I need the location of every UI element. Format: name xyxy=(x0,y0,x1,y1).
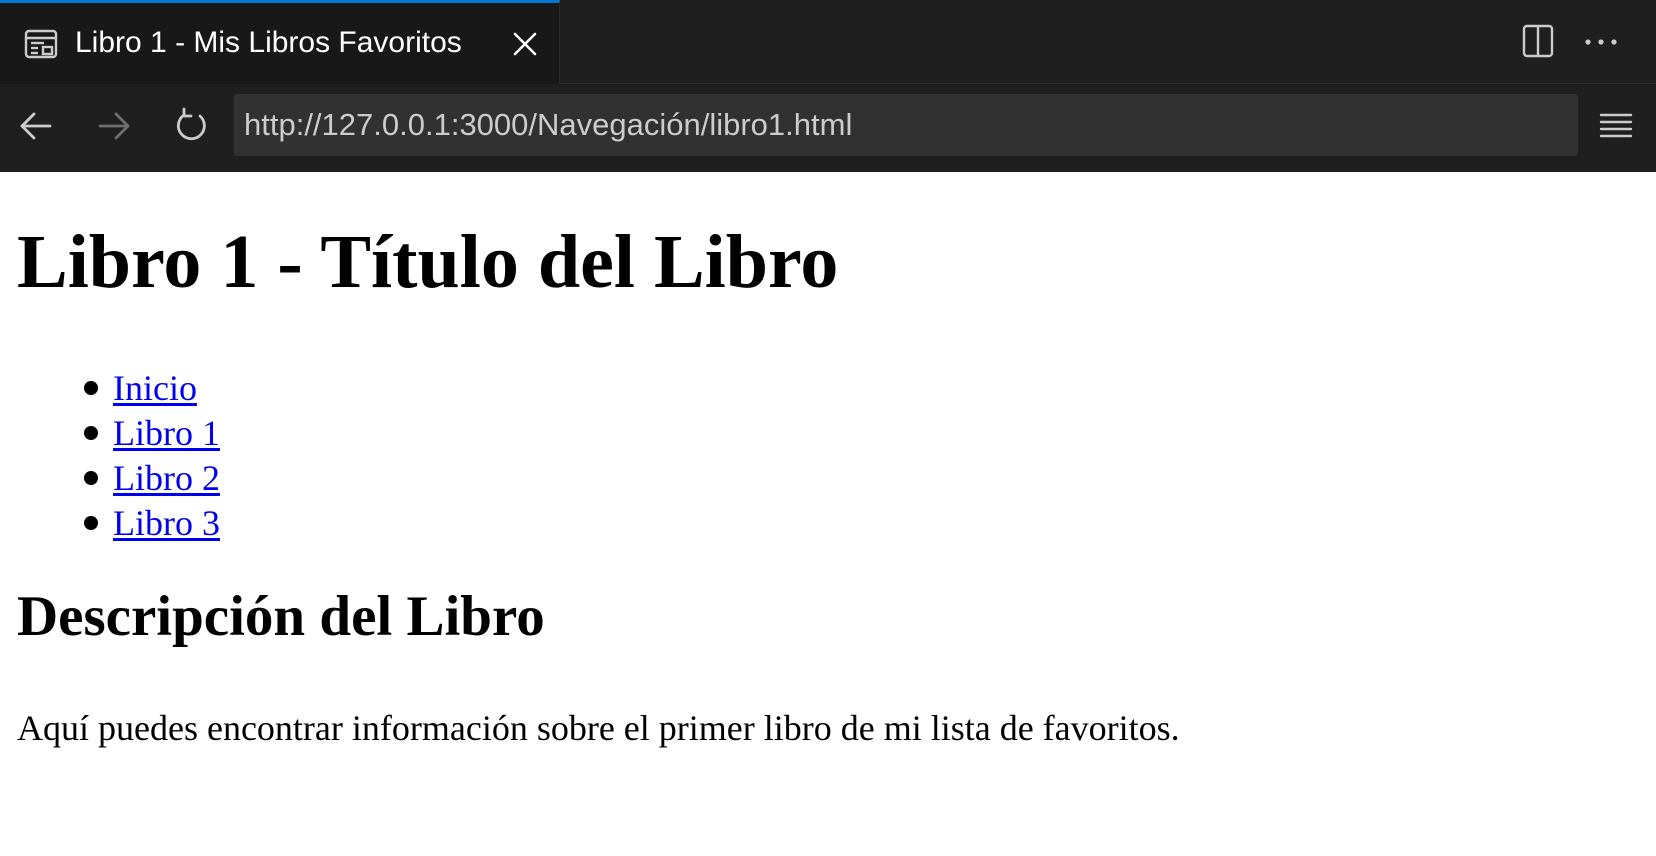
url-input[interactable]: http://127.0.0.1:3000/Navegación/libro1.… xyxy=(234,94,1578,156)
nav-link-libro-1[interactable]: Libro 1 xyxy=(113,413,220,453)
page-content: Libro 1 - Título del Libro Inicio Libro … xyxy=(0,172,1656,856)
tab-libro1[interactable]: Libro 1 - Mis Libros Favoritos xyxy=(0,0,560,84)
description-paragraph: Aquí puedes encontrar información sobre … xyxy=(17,708,1180,748)
close-icon[interactable] xyxy=(510,29,540,59)
tab-title: Libro 1 - Mis Libros Favoritos xyxy=(75,26,462,59)
reload-icon[interactable] xyxy=(172,106,212,146)
more-actions-icon[interactable] xyxy=(1584,24,1618,58)
nav-link-libro-2[interactable]: Libro 2 xyxy=(113,458,220,498)
split-editor-icon[interactable] xyxy=(1522,24,1554,58)
section-heading: Descripción del Libro xyxy=(17,585,545,648)
tab-bar: Libro 1 - Mis Libros Favoritos xyxy=(0,0,1656,84)
list-item: Libro 1 xyxy=(17,411,220,456)
nav-link-libro-3[interactable]: Libro 3 xyxy=(113,503,220,543)
bullet-icon xyxy=(84,516,98,530)
bullet-icon xyxy=(84,471,98,485)
arrow-left-icon[interactable] xyxy=(16,106,56,146)
list-item: Libro 2 xyxy=(17,456,220,501)
hamburger-menu-icon[interactable] xyxy=(1598,108,1634,144)
bullet-icon xyxy=(84,381,98,395)
list-item: Inicio xyxy=(17,366,220,411)
nav-link-inicio[interactable]: Inicio xyxy=(113,368,197,408)
arrow-right-icon[interactable] xyxy=(94,106,134,146)
list-item: Libro 3 xyxy=(17,501,220,546)
book-nav-list: Inicio Libro 1 Libro 2 Libro 3 xyxy=(17,366,220,546)
address-bar-row: http://127.0.0.1:3000/Navegación/libro1.… xyxy=(0,84,1656,172)
preview-icon xyxy=(24,29,58,59)
bullet-icon xyxy=(84,426,98,440)
page-title: Libro 1 - Título del Libro xyxy=(17,220,839,304)
